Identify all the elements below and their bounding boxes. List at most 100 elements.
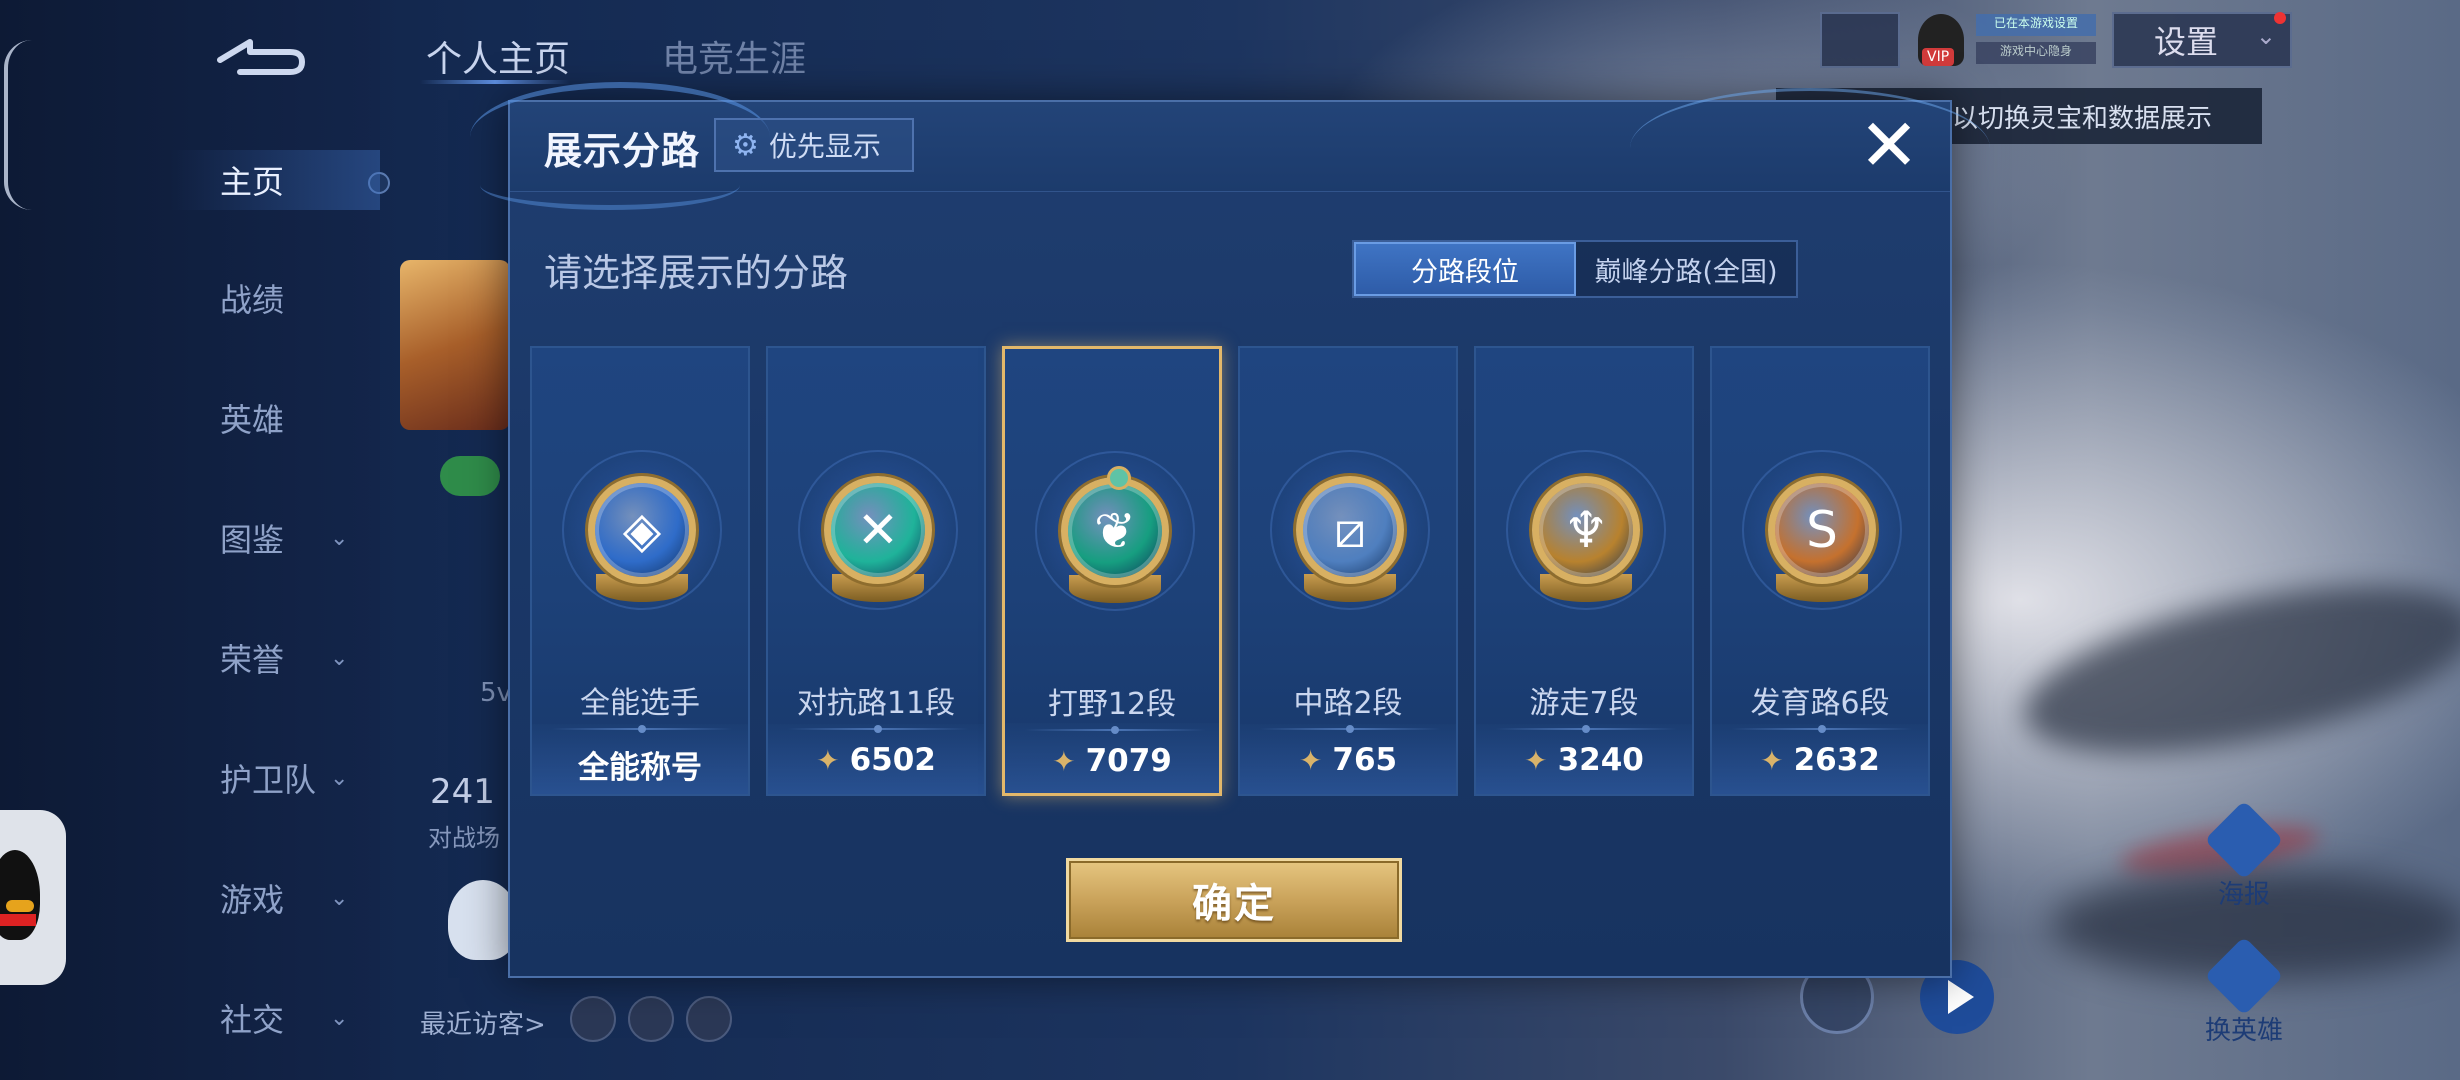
notification-dot: [2274, 12, 2286, 24]
sidebar-item[interactable]: 游戏 ⌄: [170, 868, 370, 928]
points-icon: ✦: [816, 743, 840, 777]
tab-esports-career[interactable]: 电竞生涯: [662, 30, 806, 82]
chevron-down-icon: ⌄: [330, 525, 349, 551]
modal-header: 展示分路 ⚙ 优先显示 ✕: [470, 82, 1990, 210]
chevron-down-icon: ⌄: [2255, 22, 2276, 50]
lane-card-list: ◈ 全能选手 全能称号 ✕ 对抗路11段 ✦ 6502 ❦ 打野12段 ✦ 7079 ⧄ 中路2段 ✦ 76…: [530, 346, 1930, 796]
sidebar-item-label: 英雄: [220, 401, 285, 439]
lane-card[interactable]: ✕ 对抗路11段 ✦ 6502: [766, 346, 986, 796]
match-count: 241: [430, 772, 495, 812]
close-icon[interactable]: ✕: [1854, 109, 1924, 181]
lane-score: ✦ 765: [1240, 742, 1456, 778]
lane-score-value: 2632: [1793, 742, 1880, 778]
sidebar-item[interactable]: 英雄: [170, 388, 370, 448]
lane-score: ✦ 2632: [1712, 742, 1928, 778]
lane-rank-label: 中路2段: [1293, 686, 1403, 721]
qq-penguin-icon[interactable]: [0, 810, 66, 985]
decorative-line: [4, 40, 32, 210]
back-arrow-icon[interactable]: [210, 30, 310, 80]
poster-icon: [2204, 800, 2284, 880]
lane-card[interactable]: ⧄ 中路2段 ✦ 765: [1238, 346, 1458, 796]
lane-display-modal: 展示分路 ⚙ 优先显示 ✕ 请选择展示的分路 分路段位 巅峰分路(全国) ◈ 全能…: [470, 82, 1990, 978]
divider: [1260, 725, 1440, 733]
points-icon: ✦: [1052, 744, 1076, 778]
profile-icon-button[interactable]: [1820, 12, 1900, 68]
sidebar-item-label: 图鉴: [220, 521, 285, 559]
divider: [1496, 725, 1676, 733]
sidebar-item-label: 护卫队: [220, 761, 317, 799]
sidebar-item[interactable]: 社交 ⌄: [170, 988, 370, 1048]
lane-score-value: 7079: [1085, 743, 1172, 779]
tab-underline: [420, 80, 570, 84]
toggle-peak-lane[interactable]: 巅峰分路(全国): [1576, 242, 1796, 296]
lane-score-value: 全能称号: [578, 750, 702, 786]
cloud-swirl-decoration: [1630, 88, 1990, 208]
toggle-lane-rank[interactable]: 分路段位: [1354, 242, 1577, 296]
sidebar-item[interactable]: 护卫队 ⌄: [170, 748, 370, 808]
sidebar-item[interactable]: 主页: [170, 150, 380, 210]
chevron-down-icon: ⌄: [330, 765, 349, 791]
lane-score: ✦ 7079: [1005, 743, 1219, 779]
points-icon: ✦: [1760, 743, 1784, 777]
sidebar-item[interactable]: 荣誉 ⌄: [170, 628, 370, 688]
poster-label: 海报: [2217, 880, 2270, 910]
lane-score-value: 3240: [1557, 742, 1644, 778]
sidebar-item-label: 游戏: [220, 881, 285, 919]
sidebar-item-label: 社交: [220, 1001, 285, 1039]
divider: [1732, 725, 1912, 733]
lane-rank-label: 发育路6段: [1750, 686, 1890, 721]
visitor-avatar[interactable]: [628, 996, 674, 1042]
lane-score-value: 6502: [849, 742, 936, 778]
lane-emblem-icon: ❦: [1061, 466, 1169, 585]
lane-mode-toggle: 分路段位 巅峰分路(全国): [1352, 240, 1798, 298]
lane-emblem-icon: ◈: [588, 476, 696, 584]
sidebar-item[interactable]: 图鉴 ⌄: [170, 508, 370, 568]
sidebar-item-label: 荣誉: [220, 641, 285, 679]
lane-rank-label: 对抗路11段: [796, 686, 956, 721]
recent-visitors-link[interactable]: 最近访客>: [420, 1004, 546, 1041]
lane-emblem-icon: ⧄: [1296, 476, 1404, 584]
match-count-label: 对战场: [428, 824, 500, 852]
lane-score: 全能称号: [532, 742, 748, 787]
chevron-down-icon: ⌄: [330, 645, 349, 671]
sidebar: 主页战绩英雄图鉴 ⌄ 荣誉 ⌄ 护卫队 ⌄ 游戏 ⌄ 社交 ⌄: [0, 0, 390, 1080]
confirm-button[interactable]: 确定: [1066, 858, 1402, 942]
lane-emblem-icon: ✕: [824, 476, 932, 584]
poster-button[interactable]: 海报: [2204, 800, 2284, 911]
lane-score: ✦ 6502: [768, 742, 984, 778]
lane-emblem-icon: S: [1768, 476, 1876, 584]
chevron-down-icon: ⌄: [330, 885, 349, 911]
points-icon: ✦: [1524, 743, 1548, 777]
privacy-status: 已在本游戏设置: [1976, 14, 2096, 36]
tab-personal-home[interactable]: 个人主页: [426, 30, 570, 82]
priority-display-button[interactable]: ⚙ 优先显示: [714, 118, 914, 172]
settings-button[interactable]: 设置 ⌄: [2112, 12, 2292, 68]
settings-label: 设置: [2154, 23, 2219, 61]
switch-hero-button[interactable]: 换英雄: [2204, 936, 2284, 1047]
lane-card[interactable]: ♆ 游走7段 ✦ 3240: [1474, 346, 1694, 796]
vip-tag: VIP: [1922, 48, 1955, 66]
avatar[interactable]: [400, 260, 510, 430]
switch-hero-label: 换英雄: [2204, 1016, 2283, 1046]
status-badge: [440, 456, 500, 496]
divider: [1025, 726, 1205, 734]
chevron-down-icon: ⌄: [330, 1005, 349, 1031]
modal-title: 展示分路: [544, 129, 701, 173]
lane-score: ✦ 3240: [1476, 742, 1692, 778]
priority-display-label: 优先显示: [768, 130, 881, 163]
lane-emblem-icon: ♆: [1532, 476, 1640, 584]
modal-subtitle: 请选择展示的分路: [544, 251, 849, 295]
lane-card[interactable]: ❦ 打野12段 ✦ 7079: [1002, 346, 1222, 796]
lane-rank-label: 全能选手: [580, 686, 700, 721]
lane-card[interactable]: ◈ 全能选手全能称号: [530, 346, 750, 796]
sidebar-item[interactable]: 战绩: [170, 268, 370, 328]
sidebar-item-label: 主页: [220, 163, 285, 201]
lane-score-value: 765: [1332, 742, 1398, 778]
privacy-status: 游戏中心隐身: [1976, 42, 2096, 64]
sidebar-item-label: 战绩: [220, 281, 285, 319]
lane-card[interactable]: S 发育路6段 ✦ 2632: [1710, 346, 1930, 796]
switch-hero-icon: [2204, 936, 2284, 1016]
divider: [788, 725, 968, 733]
visitor-avatar[interactable]: [570, 996, 616, 1042]
visitor-avatar[interactable]: [686, 996, 732, 1042]
